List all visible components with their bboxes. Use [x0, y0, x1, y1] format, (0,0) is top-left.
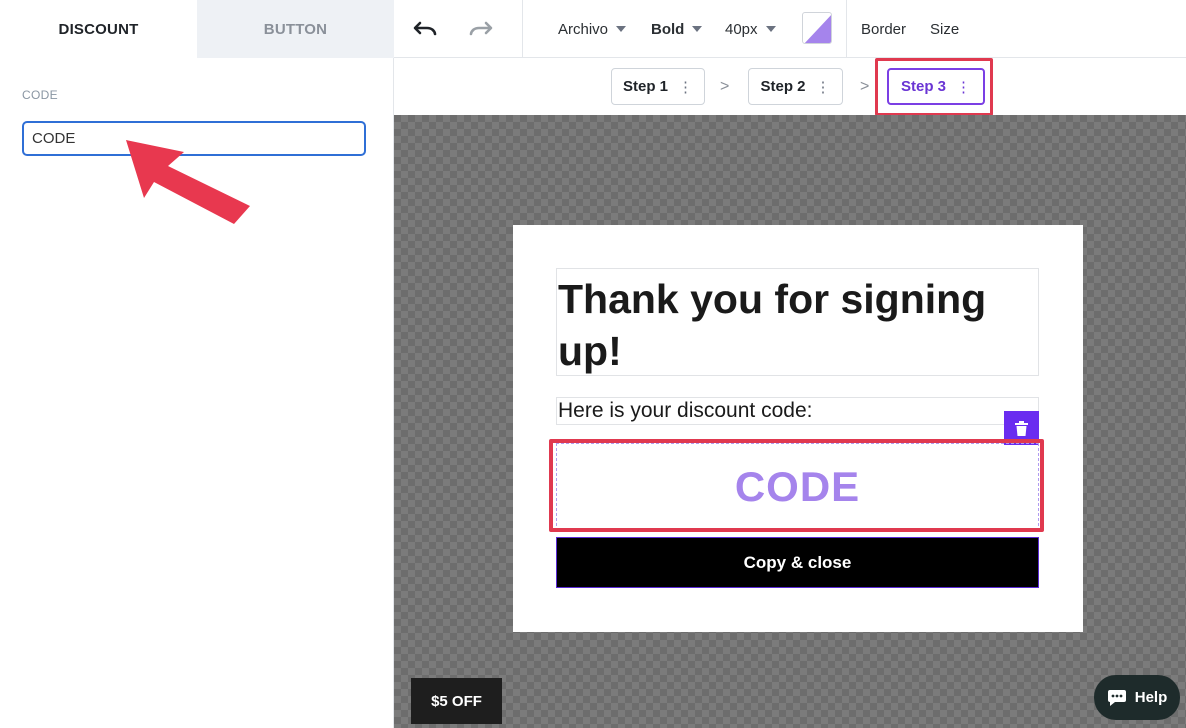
- step-1-button[interactable]: Step 1 ⋮: [611, 68, 705, 105]
- step-navigation: Step 1 ⋮ > Step 2 ⋮ > Step 3 ⋮: [394, 58, 1186, 116]
- editor-canvas: Thank you for signing up! Here is your d…: [394, 115, 1186, 728]
- headline-text: Thank you for signing up!: [558, 276, 987, 374]
- size-label: Size: [930, 20, 960, 38]
- size-button[interactable]: Size: [930, 0, 959, 58]
- color-swatch-icon: [804, 15, 831, 43]
- chevron-down-icon: [692, 26, 703, 32]
- delete-block-button[interactable]: [1004, 411, 1039, 445]
- font-size-value: 40px: [725, 20, 758, 38]
- more-options-icon[interactable]: ⋮: [956, 78, 971, 96]
- font-weight-value: Bold: [651, 20, 685, 38]
- step-3-button[interactable]: Step 3 ⋮: [887, 68, 985, 105]
- chevron-down-icon: [616, 26, 627, 32]
- border-button[interactable]: Border: [861, 0, 906, 58]
- copy-close-button[interactable]: Copy & close: [556, 537, 1039, 588]
- annotation-arrow-icon: [126, 140, 250, 224]
- code-field-label: CODE: [22, 88, 58, 102]
- popup-preview: Thank you for signing up! Here is your d…: [513, 225, 1083, 632]
- settings-sidebar: DISCOUNT BUTTON CODE: [0, 0, 394, 728]
- toolbar-divider: [522, 0, 523, 58]
- more-options-icon[interactable]: ⋮: [816, 78, 831, 96]
- undo-button[interactable]: [412, 0, 438, 58]
- chat-bubble-icon: [1107, 689, 1126, 706]
- chevron-down-icon: [765, 26, 776, 32]
- tab-button[interactable]: BUTTON: [197, 0, 394, 58]
- formatting-toolbar: Archivo Bold 40px Border Size: [394, 0, 1186, 58]
- discount-code-block[interactable]: CODE: [556, 443, 1039, 531]
- step-2-button[interactable]: Step 2 ⋮: [748, 68, 843, 105]
- subtext: Here is your discount code:: [558, 399, 813, 422]
- subtext-block[interactable]: Here is your discount code:: [556, 397, 1039, 425]
- font-weight-dropdown[interactable]: Bold: [651, 0, 703, 58]
- offer-teaser-tab[interactable]: $5 OFF: [411, 678, 502, 724]
- font-family-dropdown[interactable]: Archivo: [558, 0, 627, 58]
- tab-discount[interactable]: DISCOUNT: [0, 0, 197, 58]
- font-family-value: Archivo: [558, 20, 609, 38]
- chevron-right-icon: >: [720, 78, 730, 95]
- redo-button[interactable]: [468, 0, 494, 58]
- redo-icon: [469, 21, 493, 36]
- help-label: Help: [1134, 689, 1168, 706]
- headline-block[interactable]: Thank you for signing up!: [556, 268, 1039, 376]
- help-button[interactable]: Help: [1094, 675, 1180, 720]
- step-label: Step 3: [900, 78, 946, 95]
- step-label: Step 2: [760, 78, 806, 95]
- toolbar-divider: [846, 0, 847, 58]
- border-label: Border: [861, 20, 907, 38]
- more-options-icon[interactable]: ⋮: [678, 78, 693, 96]
- font-size-dropdown[interactable]: 40px: [725, 0, 776, 58]
- undo-icon: [413, 21, 437, 36]
- discount-code-text: CODE: [734, 463, 861, 510]
- step-label: Step 1: [622, 78, 668, 95]
- trash-icon: [1015, 420, 1028, 436]
- text-color-swatch[interactable]: [802, 12, 832, 44]
- chevron-right-icon: >: [860, 78, 870, 95]
- sidebar-tabs: DISCOUNT BUTTON: [0, 0, 394, 58]
